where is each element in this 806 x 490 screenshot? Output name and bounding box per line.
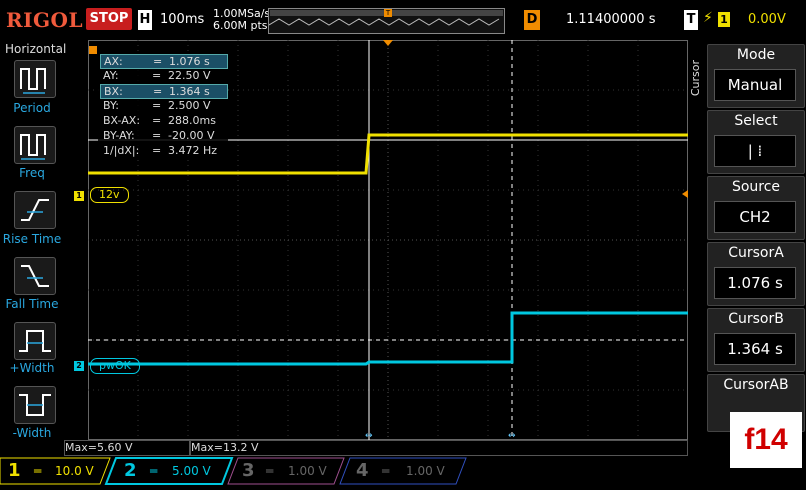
mode-title: Mode xyxy=(736,47,776,63)
rise-time-label: Rise Time xyxy=(2,232,62,246)
period-icon xyxy=(20,68,46,94)
cursora-value: 1.076 s xyxy=(714,267,796,299)
cursorb-softkey[interactable]: CursorB 1.364 s xyxy=(707,308,805,372)
ch2-coupling-icon: ═ xyxy=(150,464,158,478)
trigger-marker-icon xyxy=(89,46,97,54)
readout-row-bx-ax: BX-AX: = 288.0ms xyxy=(103,114,216,127)
ch2-scale[interactable]: 5.00 V xyxy=(172,458,211,484)
freq-label: Freq xyxy=(19,166,45,180)
trigger-channel: 1 xyxy=(718,12,730,27)
memory-depth: 6.00M pts xyxy=(213,19,268,32)
select-title: Select xyxy=(734,113,778,129)
period-button[interactable] xyxy=(14,60,56,98)
timebase-value[interactable]: 100ms xyxy=(160,12,204,27)
ch2-number[interactable]: 2 xyxy=(124,458,137,484)
measure-max-ch1: Max=13.2 V xyxy=(190,440,688,456)
source-value: CH2 xyxy=(714,201,796,233)
cursorb-title: CursorB xyxy=(728,311,784,327)
readout-row-ax: AX: = 1.076 s xyxy=(100,54,228,69)
mode-softkey[interactable]: Mode Manual xyxy=(707,44,805,108)
cursorb-value: 1.364 s xyxy=(714,333,796,365)
neg-width-button[interactable] xyxy=(14,386,56,424)
readout-row-by: BY: = 2.500 V xyxy=(103,99,211,112)
source-softkey[interactable]: Source CH2 xyxy=(707,176,805,240)
mode-value: Manual xyxy=(714,69,796,101)
readout-row-by-ay: BY-AY: = -20.00 V xyxy=(103,129,215,142)
channel-bar xyxy=(0,456,806,486)
run-stop-indicator[interactable]: STOP xyxy=(86,8,132,30)
fall-time-icon xyxy=(21,265,49,287)
freq-icon xyxy=(20,134,46,160)
delay-label: D xyxy=(524,10,540,30)
freq-button[interactable] xyxy=(14,126,56,164)
measure-max-ch2: Max=5.60 V xyxy=(64,440,190,456)
cursor-menu-label: Cursor xyxy=(689,60,702,97)
ch3-scale[interactable]: 1.00 V xyxy=(288,458,327,484)
pos-width-label: +Width xyxy=(9,361,55,375)
fall-time-label: Fall Time xyxy=(5,297,59,311)
readout-row-bx: BX: = 1.364 s xyxy=(100,84,228,99)
cursora-softkey[interactable]: CursorA 1.076 s xyxy=(707,242,805,306)
delay-value[interactable]: 1.11400000 s xyxy=(566,12,655,27)
pos-width-icon xyxy=(19,330,51,352)
rise-time-button[interactable] xyxy=(14,191,56,229)
svg-text:↔: ↔ xyxy=(365,431,373,440)
ch2-ground-marker: 2 xyxy=(74,361,84,371)
trigger-position-marker: T xyxy=(384,9,392,17)
rise-time-icon xyxy=(21,199,49,221)
right-menu-side xyxy=(688,40,706,456)
trigger-level[interactable]: 0.00V xyxy=(748,12,786,27)
svg-text:↔: ↔ xyxy=(508,431,516,440)
ch3-number[interactable]: 3 xyxy=(242,458,255,484)
readout-row-inv-dx: 1/|dX|: = 3.472 Hz xyxy=(103,144,218,157)
pos-width-button[interactable] xyxy=(14,322,56,360)
ch1-label-tag: 12v xyxy=(90,187,129,203)
ch2-label-tag: pwOK xyxy=(90,358,140,374)
ch1-ground-marker: 1 xyxy=(74,191,84,201)
period-label: Period xyxy=(13,101,51,115)
overlay-figure-label: f14 xyxy=(730,412,802,468)
select-value: | ⁞ xyxy=(714,135,796,167)
neg-width-label: -Width xyxy=(12,426,52,440)
sample-info: 1.00MSa/s 6.00M pts xyxy=(213,8,270,32)
ch1-coupling-icon: ═ xyxy=(34,464,42,478)
rising-edge-icon: ⚡ xyxy=(703,10,713,26)
readout-row-ay: AY: = 22.50 V xyxy=(103,69,211,82)
ch4-number[interactable]: 4 xyxy=(356,458,369,484)
rigol-logo: RIGOL xyxy=(6,8,84,32)
ch1-number[interactable]: 1 xyxy=(8,458,21,484)
ch3-coupling-icon: ═ xyxy=(266,464,274,478)
trigger-label: T xyxy=(684,10,698,30)
cursora-title: CursorA xyxy=(728,245,784,261)
ch1-scale[interactable]: 10.0 V xyxy=(55,458,94,484)
source-title: Source xyxy=(731,179,781,195)
select-softkey[interactable]: Select | ⁞ xyxy=(707,110,805,174)
left-menu-title: Horizontal xyxy=(5,42,67,56)
cursor-readout-panel: AX: = 1.076 s AY: = 22.50 V BX: = 1.364 s BY: =… xyxy=(98,52,228,160)
timebase-label: H xyxy=(138,10,152,30)
ch4-coupling-icon: ═ xyxy=(382,464,390,478)
neg-width-icon xyxy=(19,394,51,416)
cursorab-title: CursorAB xyxy=(723,377,789,393)
ch4-scale[interactable]: 1.00 V xyxy=(406,458,445,484)
fall-time-button[interactable] xyxy=(14,257,56,295)
